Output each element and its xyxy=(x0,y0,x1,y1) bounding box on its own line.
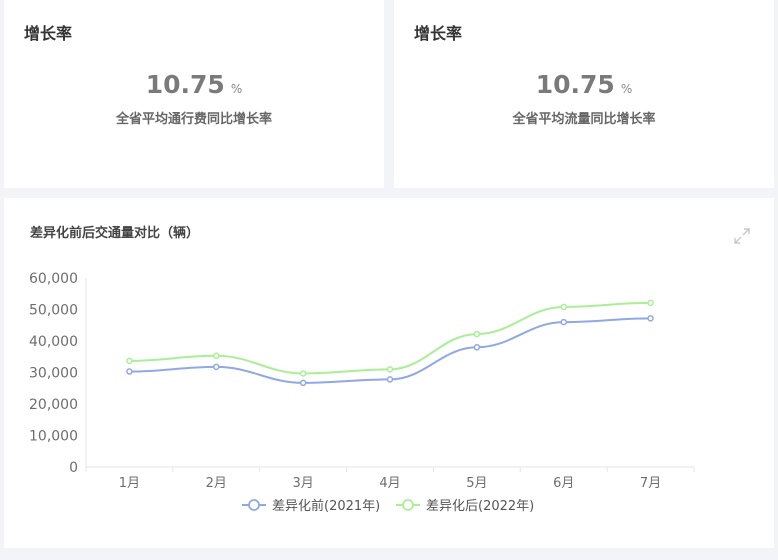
kpi-title: 增长率 xyxy=(414,24,463,43)
y-tick-label: 30,000 xyxy=(29,366,78,382)
series-point-1 xyxy=(560,318,567,326)
y-tick-label: 10,000 xyxy=(29,429,78,445)
kpi-value-display: 10.75% xyxy=(394,70,774,104)
series-point-2 xyxy=(213,352,220,360)
legend-marker xyxy=(248,499,260,511)
kpi-description: 全省平均流量同比增长率 xyxy=(512,112,656,127)
y-tick-label: 20,000 xyxy=(29,397,78,413)
series-point-2 xyxy=(647,299,654,307)
kpi-title: 增长率 xyxy=(24,24,73,43)
series-point-2 xyxy=(386,366,394,373)
kpi-card-traffic: 增长率 10.75% 全省平均流量同比增长率 xyxy=(394,0,774,188)
series-line-1 xyxy=(129,317,651,384)
series-point-1 xyxy=(473,344,481,351)
legend-item-1[interactable]: 差异化前(2021年) xyxy=(242,498,380,514)
x-tick-label: 1月 xyxy=(119,476,140,491)
kpi-value-display: 10.75% xyxy=(4,70,384,104)
traffic-comparison-chart-card: 差异化前后交通量对比（辆） 0 10,000 20,000 30,000 40,000 5… xyxy=(4,198,774,548)
y-tick-label: 40,000 xyxy=(29,334,78,350)
y-tick-label: 0 xyxy=(69,460,78,476)
y-tick-label: 60,000 xyxy=(29,271,78,287)
series-point-1 xyxy=(213,363,220,371)
x-tick-label: 2月 xyxy=(206,476,227,491)
x-tick-label: 6月 xyxy=(553,476,574,491)
x-tick-label: 4月 xyxy=(379,476,400,491)
series-point-2 xyxy=(560,303,567,311)
legend-label: 差异化后(2022年) xyxy=(426,499,534,514)
line-chart: 0 10,000 20,000 30,000 40,000 50,000 60,000 1月 2… xyxy=(29,271,695,514)
x-tick-label: 5月 xyxy=(466,476,487,491)
series-point-2 xyxy=(473,330,481,338)
series-point-1 xyxy=(386,376,394,383)
series-point-2 xyxy=(299,370,307,377)
kpi-unit: % xyxy=(230,82,243,96)
series-point-2 xyxy=(126,357,133,365)
x-tick-label: 7月 xyxy=(640,476,661,491)
legend-marker xyxy=(402,499,414,511)
kpi-value: 10.75 xyxy=(535,70,615,99)
kpi-description: 全省平均通行费同比增长率 xyxy=(115,112,272,127)
kpi-card-toll: 增长率 10.75% 全省平均通行费同比增长率 xyxy=(4,0,384,188)
series-point-1 xyxy=(126,368,133,375)
series-line-2 xyxy=(129,301,651,375)
legend-item-2[interactable]: 差异化后(2022年) xyxy=(396,499,534,514)
y-tick-label: 50,000 xyxy=(29,303,78,319)
series-point-1 xyxy=(299,379,307,387)
series-point-1 xyxy=(647,315,654,322)
x-tick-label: 3月 xyxy=(293,476,314,491)
kpi-unit: % xyxy=(620,82,633,96)
kpi-value: 10.75 xyxy=(145,70,225,99)
legend-label: 差异化前(2021年) xyxy=(272,498,380,514)
